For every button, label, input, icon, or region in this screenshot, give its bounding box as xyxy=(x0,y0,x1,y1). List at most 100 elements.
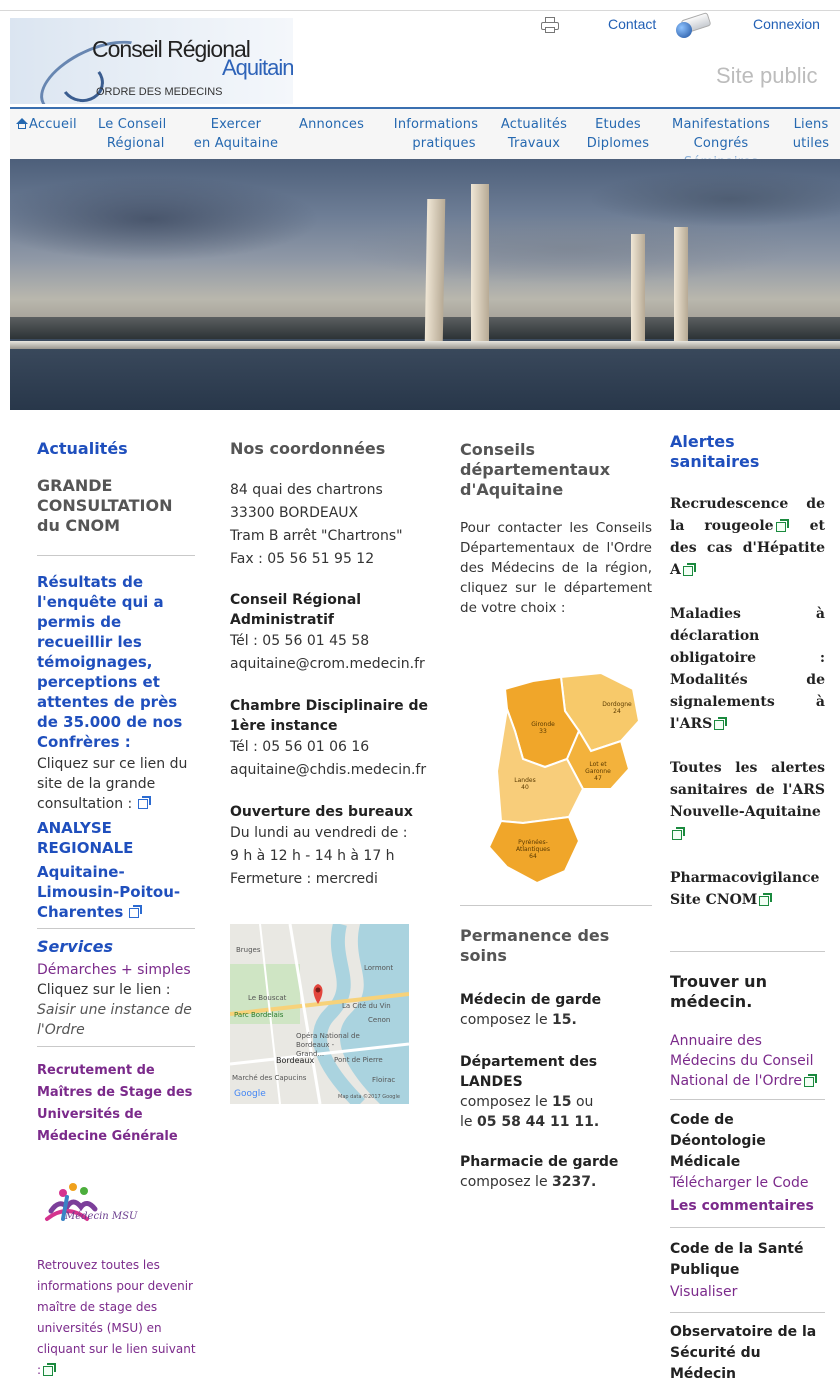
nav-actualites[interactable]: Actualités Travaux xyxy=(494,115,574,153)
annuaire-link[interactable]: Annuaire des Médecins du Conseil Nationa… xyxy=(670,1031,825,1091)
logo-region: Aquitaine xyxy=(222,55,293,80)
admin-email[interactable]: aquitaine@crom.medecin.fr xyxy=(230,653,440,676)
dept-label[interactable]: Dordogne 24 xyxy=(597,701,637,715)
nav-informations[interactable]: Informations pratiques xyxy=(383,115,489,153)
dept-label[interactable]: Pyrénées-Atlantiques 64 xyxy=(505,839,561,860)
analyse-regionale-heading: ANALYSE REGIONALE xyxy=(37,819,134,857)
nav-conseil-regional[interactable]: Le Conseil Régional xyxy=(98,115,166,153)
login-link[interactable]: Connexion xyxy=(753,16,820,32)
cliquez-lien-text: Cliquez sur le lien : xyxy=(37,982,171,998)
horaires-line: Du lundi au vendredi de : xyxy=(230,825,408,841)
aquitaine-map[interactable]: Dordogne 24 Gironde 33 Lot et Garonne 47 La… xyxy=(461,671,648,888)
permanence-section: Permanence des soins Médecin de garde co… xyxy=(460,905,652,1192)
msu-logo-text: Médecin MSU xyxy=(65,1211,138,1222)
admin-tel: Tél : 05 56 01 45 58 xyxy=(230,633,370,649)
site-logo[interactable]: Conseil Régional Aquitaine ORDRE DES MED… xyxy=(10,18,293,104)
pharmaco-link[interactable]: Pharmacovigilance Site CNOM xyxy=(670,867,825,911)
services-title: Services xyxy=(37,937,114,956)
external-link-icon[interactable] xyxy=(129,905,143,918)
cliquez-text: Cliquez sur ce lien du site de la grande… xyxy=(37,756,188,812)
chambre-title: Chambre Disciplinaire de 1ère instance xyxy=(230,698,429,734)
nav-label: Informations xyxy=(393,117,479,132)
landes-title: Département des LANDES xyxy=(460,1054,598,1090)
admin-title: Conseil Régional Administratif xyxy=(230,592,362,628)
coordonnees-column: Nos coordonnées 84 quai des chartrons 33… xyxy=(230,420,440,891)
observatoire-link[interactable]: Observatoire de la Sécurité du Médecin xyxy=(670,1322,825,1385)
map-label: Marché des Capucins xyxy=(232,1074,307,1082)
top-divider xyxy=(0,10,840,11)
divider xyxy=(37,555,195,556)
map-label: Pont de Pierre xyxy=(334,1056,383,1064)
maladies-link[interactable]: Maladies à déclaration obligatoire : Mod… xyxy=(670,603,825,735)
dept-label[interactable]: Gironde 33 xyxy=(523,721,563,735)
nav-label: Travaux xyxy=(507,136,561,151)
saisir-instance-link[interactable]: Saisir une instance de l'Ordre xyxy=(37,1000,195,1040)
commentaires-link[interactable]: Les commentaires xyxy=(670,1196,825,1216)
actualites-title: Actualités xyxy=(37,439,128,458)
external-link-icon[interactable] xyxy=(672,827,686,840)
garde-title: Médecin de garde xyxy=(460,992,602,1008)
nav-label: Actualités xyxy=(500,117,568,132)
pharmacie-title: Pharmacie de garde xyxy=(460,1154,619,1170)
alertes-title: Alertes sanitaires xyxy=(670,432,760,471)
telecharger-link[interactable]: Télécharger le Code xyxy=(670,1173,825,1193)
nav-liens[interactable]: Liens utiles xyxy=(786,115,836,153)
msu-logo[interactable]: Médecin MSU xyxy=(37,1163,141,1251)
recrutement-link[interactable]: Recrutement de Maîtres de Stage des Univ… xyxy=(37,1060,195,1148)
demarches-link[interactable]: Démarches + simples xyxy=(37,960,195,980)
landes-text: le 05 58 44 11 11. xyxy=(460,1114,600,1130)
alertes-column: Alertes sanitaires Recrudescence de la r… xyxy=(670,420,825,1385)
external-link-icon[interactable] xyxy=(43,1363,57,1376)
toutes-alertes-link[interactable]: Toutes les alertes sanitaires de l'ARS N… xyxy=(670,757,825,845)
address-line: 33300 BORDEAUX xyxy=(230,505,359,521)
horaires-line: 9 h à 12 h - 14 h à 17 h xyxy=(230,848,395,864)
nav-label: Liens xyxy=(793,117,829,132)
nav-annonces[interactable]: Annonces xyxy=(299,115,364,134)
code-title: Code de Déontologie Médicale xyxy=(670,1112,766,1170)
retrouvez-text: Retrouvez toutes les informations pour d… xyxy=(37,1258,196,1377)
ouverture-title: Ouverture des bureaux xyxy=(230,804,413,820)
chambre-tel: Tél : 05 56 01 06 16 xyxy=(230,739,370,755)
printer-icon[interactable] xyxy=(541,17,559,33)
nav-label: utiles xyxy=(792,136,830,151)
conseils-intro: Pour contacter les Conseils Départementa… xyxy=(460,520,652,616)
region-link[interactable]: Aquitaine-Limousin-Poitou-Charentes xyxy=(37,862,195,922)
trouver-title: Trouver un médecin. xyxy=(670,972,767,1011)
divider xyxy=(670,1227,825,1228)
chambre-email[interactable]: aquitaine@chdis.medecin.fr xyxy=(230,759,440,782)
nav-label: pratiques xyxy=(412,136,476,151)
nav-exercer[interactable]: Exercer en Aquitaine xyxy=(188,115,284,153)
location-map[interactable]: Bruges Lormont Le Bouscat La Cité du Vin… xyxy=(230,924,409,1104)
nav-label: Le Conseil xyxy=(98,117,167,132)
nav-label: Annonces xyxy=(299,117,365,132)
external-link-icon[interactable] xyxy=(714,717,728,730)
dept-label[interactable]: Lot et Garonne 47 xyxy=(581,761,615,782)
dept-label[interactable]: Landes 40 xyxy=(505,777,545,791)
contact-icon[interactable] xyxy=(674,12,712,38)
divider xyxy=(670,1312,825,1313)
rougeole-link[interactable]: Recrudescence de la rougeole et des cas … xyxy=(670,493,825,581)
permanence-title: Permanence des soins xyxy=(460,926,610,965)
nav-etudes[interactable]: Etudes Diplomes xyxy=(578,115,658,153)
external-link-icon[interactable] xyxy=(682,563,697,576)
address-line: 84 quai des chartrons xyxy=(230,482,383,498)
nav-label: Exercer xyxy=(210,117,262,132)
visualiser-link[interactable]: Visualiser xyxy=(670,1282,825,1302)
divider xyxy=(670,951,825,952)
external-link-icon[interactable] xyxy=(803,1074,818,1087)
external-link-icon[interactable] xyxy=(138,796,152,809)
region-label: Aquitaine-Limousin-Poitou-Charentes xyxy=(37,863,181,921)
map-label: La Cité du Vin xyxy=(342,1002,391,1010)
coordonnees-title: Nos coordonnées xyxy=(230,439,386,458)
map-label: Lormont xyxy=(364,964,394,972)
address-line: Tram B arrêt "Chartrons" xyxy=(230,528,403,544)
map-attribution: Map data ©2017 Google xyxy=(338,1094,400,1100)
divider xyxy=(670,1099,825,1100)
main-nav: Accueil Le Conseil Régional Exercer en A… xyxy=(10,107,840,170)
resultats-link[interactable]: Résultats de l'enquête qui a permis de r… xyxy=(37,572,195,752)
external-link-icon[interactable] xyxy=(759,893,773,906)
retrouvez-link[interactable]: Retrouvez toutes les informations pour d… xyxy=(37,1255,202,1381)
nav-accueil[interactable]: Accueil xyxy=(16,115,77,134)
external-link-icon[interactable] xyxy=(775,519,790,532)
contact-link[interactable]: Contact xyxy=(608,16,656,32)
